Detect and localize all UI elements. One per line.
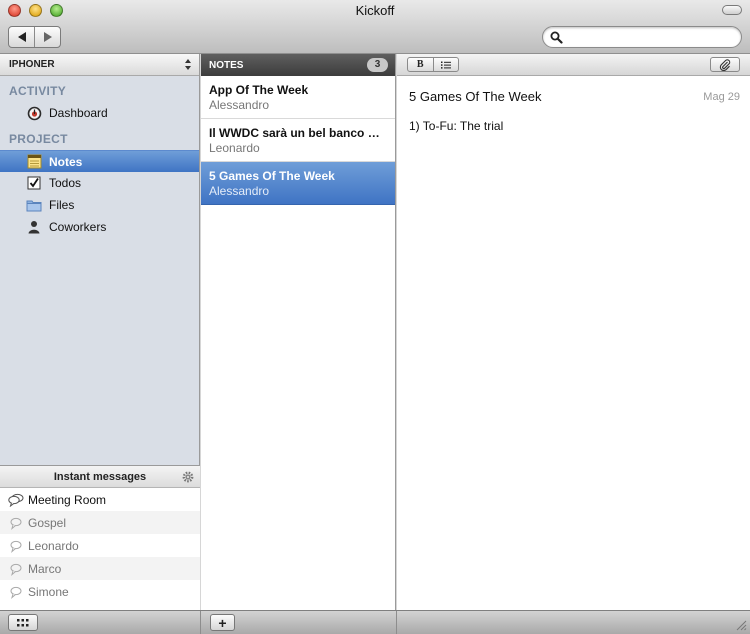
im-room-label: Leonardo xyxy=(28,538,79,553)
resize-grip-icon[interactable] xyxy=(736,620,747,631)
folder-icon xyxy=(26,197,42,213)
format-buttons: B xyxy=(407,57,459,72)
im-room-label: Gospel xyxy=(28,515,67,530)
paperclip-icon xyxy=(719,58,731,71)
note-title: 5 Games Of The Week xyxy=(209,169,335,183)
sidebar-item-label: Notes xyxy=(49,154,83,169)
section-header-project: PROJECT xyxy=(9,132,68,146)
note-list-item[interactable]: App Of The Week Alessandro xyxy=(201,76,395,119)
note-date: Mag 29 xyxy=(703,91,740,103)
project-selector[interactable]: IPHONER xyxy=(0,54,199,76)
divider xyxy=(200,611,201,634)
instant-messages-panel: Instant messages Meeting Room Gospel Leo… xyxy=(0,465,200,610)
add-note-button[interactable]: + xyxy=(210,614,235,631)
im-room-label: Meeting Room xyxy=(28,492,107,507)
bullet-list-button[interactable] xyxy=(432,58,459,71)
im-room-item[interactable]: Leonardo xyxy=(0,534,200,557)
note-author: Alessandro xyxy=(209,98,270,112)
im-room-item[interactable]: Meeting Room xyxy=(0,488,200,511)
note-title: Il WWDC sarà un bel banco di... xyxy=(209,126,387,140)
toolbar-toggle-button[interactable] xyxy=(722,5,742,15)
popup-arrows-icon xyxy=(185,59,191,71)
notes-count-badge: 3 xyxy=(367,58,388,72)
instant-messages-title: Instant messages xyxy=(53,471,147,483)
notes-list-header: NOTES 3 xyxy=(201,54,395,76)
back-arrow-icon xyxy=(17,32,26,42)
sidebar-item-label: Coworkers xyxy=(49,220,107,234)
sidebar-item-coworkers[interactable]: Coworkers xyxy=(0,216,199,238)
bold-button[interactable]: B xyxy=(408,58,433,71)
chat-bubble-icon xyxy=(10,563,22,576)
note-author: Alessandro xyxy=(209,184,270,198)
notes-icon xyxy=(26,154,42,170)
forward-button[interactable] xyxy=(34,27,60,47)
notes-header-label: NOTES xyxy=(209,60,244,71)
navigation-buttons xyxy=(8,26,61,48)
sidebar-item-label: Todos xyxy=(49,176,82,190)
bottom-bar: + xyxy=(0,610,750,634)
im-room-item[interactable]: Marco xyxy=(0,557,200,580)
im-room-item[interactable]: Gospel xyxy=(0,511,200,534)
chat-bubble-icon xyxy=(10,540,22,553)
sidebar-item-label: Files xyxy=(49,198,75,212)
sidebar: IPHONER ACTIVITY Dashboard PROJECT Notes… xyxy=(0,54,200,610)
chat-bubble-icon xyxy=(10,586,22,599)
search-field[interactable] xyxy=(542,26,742,48)
dashboard-icon xyxy=(26,105,42,121)
note-title: App Of The Week xyxy=(209,83,309,97)
note-list-item-selected[interactable]: 5 Games Of The Week Alessandro xyxy=(201,162,395,205)
instant-messages-header: Instant messages xyxy=(0,466,200,488)
sidebar-item-todos[interactable]: Todos xyxy=(0,172,199,194)
section-header-activity: ACTIVITY xyxy=(9,84,67,98)
divider xyxy=(396,611,397,634)
sidebar-item-label: Dashboard xyxy=(49,106,108,120)
window-title: Kickoff xyxy=(355,3,395,18)
note-editor[interactable]: B 5 Games Of The Week Mag 29 1) To-Fu: T… xyxy=(397,54,750,610)
im-room-label: Marco xyxy=(28,561,62,576)
chat-bubble-icon xyxy=(10,517,22,530)
sidebar-item-notes[interactable]: Notes xyxy=(0,150,199,172)
search-input[interactable] xyxy=(567,29,735,45)
chat-bubbles-icon xyxy=(8,493,24,507)
forward-arrow-icon xyxy=(43,32,52,42)
search-icon xyxy=(550,31,563,44)
im-room-label: Simone xyxy=(28,584,69,599)
gear-icon[interactable] xyxy=(182,471,194,483)
bullet-list-icon xyxy=(440,61,451,69)
project-name: IPHONER xyxy=(9,59,55,70)
sidebar-item-files[interactable]: Files xyxy=(0,194,199,216)
note-author: Leonardo xyxy=(209,141,260,155)
notes-list-panel: NOTES 3 App Of The Week Alessandro Il WW… xyxy=(201,54,396,610)
attach-button[interactable] xyxy=(710,57,740,72)
back-button[interactable] xyxy=(9,27,34,47)
window-titlebar: Kickoff xyxy=(0,0,750,54)
editor-toolbar: B xyxy=(397,54,750,76)
grid-view-button[interactable] xyxy=(8,614,38,631)
note-editor-title[interactable]: 5 Games Of The Week xyxy=(409,89,541,104)
note-list-item[interactable]: Il WWDC sarà un bel banco di... Leonardo xyxy=(201,119,395,162)
im-room-item[interactable]: Simone xyxy=(0,580,200,603)
sidebar-item-dashboard[interactable]: Dashboard xyxy=(0,102,199,124)
todos-checkbox-icon xyxy=(26,175,42,191)
note-body-text[interactable]: 1) To-Fu: The trial xyxy=(409,119,503,133)
person-icon xyxy=(26,219,42,235)
grid-icon xyxy=(17,618,29,626)
